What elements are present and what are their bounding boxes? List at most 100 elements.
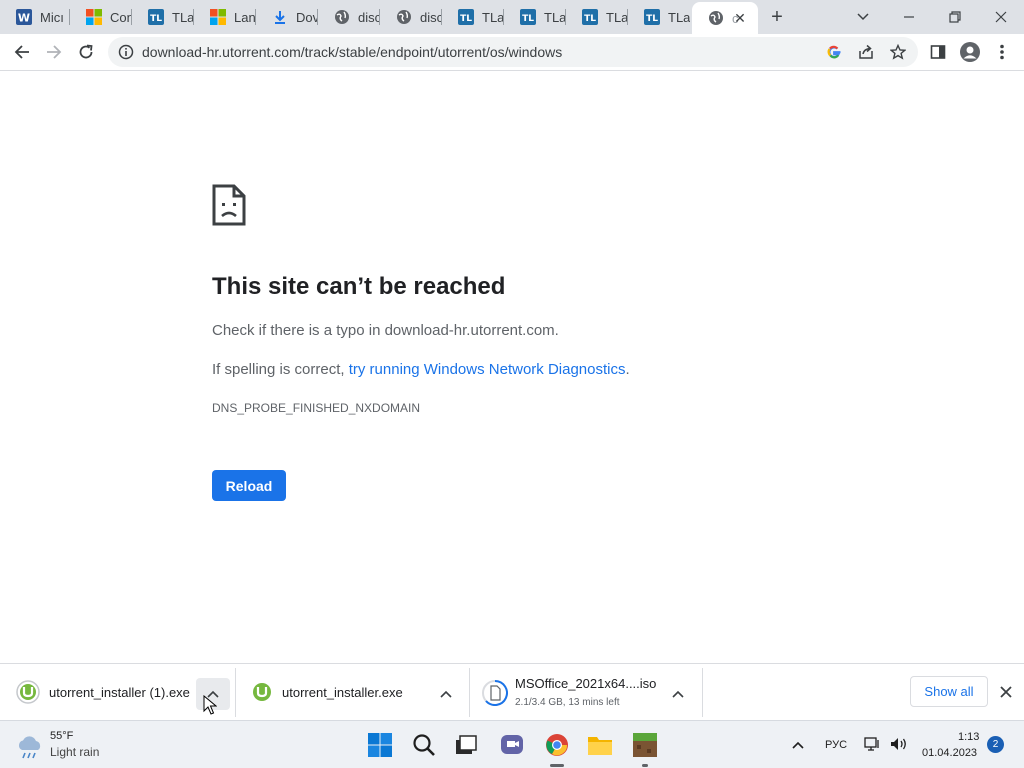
chat-app-button[interactable]: [494, 727, 530, 763]
forward-button[interactable]: [40, 38, 68, 66]
search-icon: [413, 734, 435, 756]
taskbar: 55°F Light rain РУС 1:13 01.04.2023 2: [0, 720, 1024, 768]
microsoft-icon: [210, 9, 226, 25]
tab-6[interactable]: disc: [318, 0, 380, 34]
reload-button[interactable]: Reload: [212, 470, 286, 501]
share-button[interactable]: [852, 38, 880, 66]
error-code: DNS_PROBE_FINISHED_NXDOMAIN: [212, 401, 421, 415]
tab-search-button[interactable]: [840, 0, 886, 34]
windows-start-icon: [368, 733, 392, 757]
info-icon[interactable]: [118, 44, 134, 65]
error-check-text: Check if there is a typo in download-hr.…: [212, 322, 559, 339]
tab-close-icon[interactable]: ✕: [732, 10, 748, 26]
utorrent-icon: [250, 680, 274, 704]
tab-1[interactable]: W Micı: [0, 0, 70, 34]
chat-icon: [501, 735, 523, 754]
tab-title: Dov: [296, 9, 318, 25]
side-panel-button[interactable]: [924, 38, 952, 66]
tab-4[interactable]: Lanç: [194, 0, 256, 34]
volume-icon[interactable]: [889, 736, 909, 757]
mouse-cursor-icon: [203, 695, 217, 715]
tl-icon: TL: [520, 9, 536, 25]
file-explorer-button[interactable]: [582, 727, 618, 763]
microsoft-icon: [86, 9, 102, 25]
chevron-up-icon: [440, 690, 452, 698]
clock-time[interactable]: 1:13: [958, 731, 979, 743]
diagnostics-link[interactable]: try running Windows Network Diagnostics: [349, 361, 626, 378]
back-button[interactable]: [8, 38, 36, 66]
chrome-taskbar-button[interactable]: [539, 727, 575, 767]
search-button[interactable]: [406, 727, 442, 763]
minimize-button[interactable]: [886, 0, 932, 34]
reload-icon: [79, 44, 93, 59]
tab-10[interactable]: TL TLa: [566, 0, 628, 34]
arrow-left-icon: [14, 45, 29, 59]
kebab-menu-icon: [1000, 44, 1004, 60]
tab-title: Con: [110, 9, 132, 25]
tab-title: TLa: [482, 9, 504, 25]
address-bar[interactable]: download-hr.utorrent.com/track/stable/en…: [108, 37, 918, 67]
page-content: This site can’t be reached Check if ther…: [0, 71, 1024, 663]
running-indicator: [642, 764, 648, 767]
show-all-button[interactable]: Show all: [910, 676, 988, 707]
menu-button[interactable]: [988, 38, 1016, 66]
minimize-icon: [904, 16, 914, 18]
tl-icon: TL: [644, 9, 660, 25]
download-options-button[interactable]: [661, 678, 695, 710]
url-text[interactable]: download-hr.utorrent.com/track/stable/en…: [142, 44, 562, 60]
svg-text:W: W: [18, 12, 30, 25]
reload-toolbar-button[interactable]: [72, 38, 100, 66]
restore-icon: [949, 11, 961, 23]
sad-page-icon: [212, 184, 246, 231]
close-icon: [995, 11, 1007, 23]
close-shelf-button[interactable]: [996, 680, 1016, 704]
download-options-button[interactable]: [429, 678, 463, 710]
restore-button[interactable]: [932, 0, 978, 34]
tab-title: TLa: [172, 9, 194, 25]
tab-title: TLa: [668, 9, 690, 25]
hidden-icons-button[interactable]: [788, 735, 808, 755]
clock-date[interactable]: 01.04.2023: [922, 747, 977, 759]
chevron-up-icon: [792, 741, 804, 749]
spelling-prefix: If spelling is correct,: [212, 361, 349, 378]
tab-3[interactable]: TL TLa: [132, 0, 194, 34]
svg-text:TL: TL: [150, 14, 162, 24]
svg-text:TL: TL: [460, 14, 472, 24]
side-panel-icon: [930, 45, 946, 59]
globe-icon: [334, 9, 350, 25]
tab-title: TLa: [544, 9, 566, 25]
tab-5[interactable]: Dov: [256, 0, 318, 34]
download-filename: utorrent_installer (1).exe: [49, 685, 190, 700]
error-spelling-line: If spelling is correct, try running Wind…: [212, 361, 630, 378]
new-tab-button[interactable]: +: [766, 6, 788, 28]
tab-9[interactable]: TL TLa: [504, 0, 566, 34]
start-button[interactable]: [362, 727, 398, 763]
download-item-3[interactable]: MSOffice_2021x64....iso 2.1/3.4 GB, 13 m…: [470, 664, 703, 721]
minecraft-button[interactable]: [627, 727, 663, 767]
globe-icon: [708, 10, 724, 26]
tab-2[interactable]: Con: [70, 0, 132, 34]
weather-temp: 55°F: [50, 730, 74, 742]
notification-badge[interactable]: 2: [987, 736, 1004, 753]
file-progress-icon: [482, 680, 508, 706]
task-view-button[interactable]: [448, 727, 484, 763]
download-shelf: utorrent_installer (1).exe utorrent_inst…: [0, 663, 1024, 720]
chevron-up-icon: [672, 690, 684, 698]
google-lens-button[interactable]: [820, 38, 848, 66]
tab-8[interactable]: TL TLa: [442, 0, 504, 34]
network-icon[interactable]: [864, 736, 882, 757]
bookmark-button[interactable]: [884, 38, 912, 66]
task-view-icon: [456, 735, 477, 754]
tab-12-active[interactable]: c ✕: [692, 2, 758, 34]
svg-text:TL: TL: [522, 14, 534, 24]
folder-icon: [588, 737, 612, 755]
download-item-1[interactable]: utorrent_installer (1).exe: [0, 664, 236, 721]
tab-11[interactable]: TL TLa: [628, 0, 690, 34]
close-window-button[interactable]: [978, 0, 1024, 34]
tab-title: Micı: [40, 9, 64, 25]
error-title: This site can’t be reached: [212, 273, 506, 300]
profile-button[interactable]: [956, 38, 984, 66]
download-item-2[interactable]: utorrent_installer.exe: [236, 664, 470, 721]
tab-7[interactable]: disc: [380, 0, 442, 34]
language-indicator[interactable]: РУС: [825, 739, 847, 751]
